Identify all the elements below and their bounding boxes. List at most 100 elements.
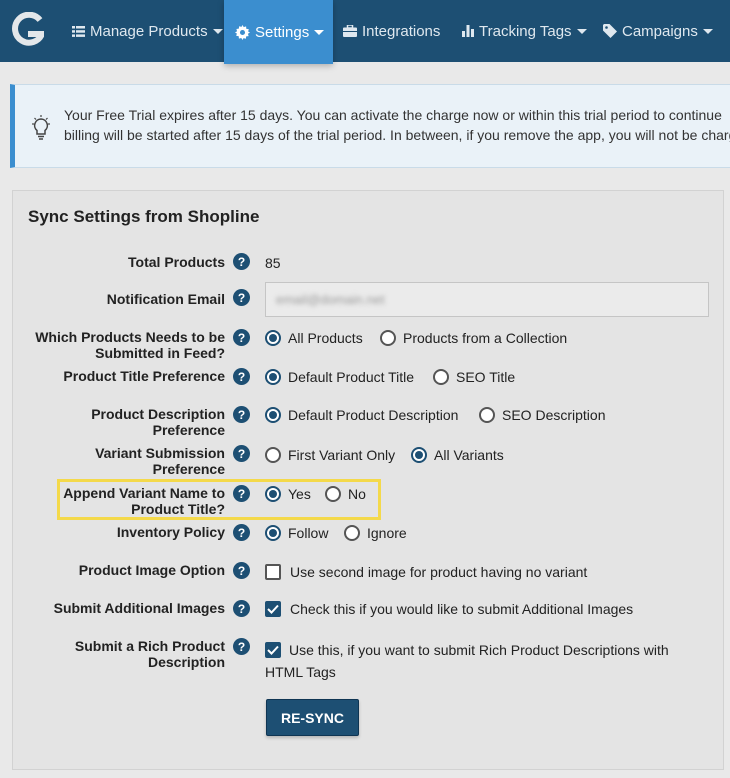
radio-inventory-follow-label: Follow xyxy=(288,525,329,541)
nav-settings[interactable]: Settings xyxy=(224,0,333,64)
radio-button[interactable] xyxy=(380,330,396,346)
variant-pref-label-line1: Variant Submission xyxy=(95,445,225,461)
checkbox-additional-images[interactable]: Check this if you would like to submit A… xyxy=(265,601,633,617)
radio-button[interactable] xyxy=(411,447,427,463)
radio-button[interactable] xyxy=(265,369,281,385)
chevron-down-icon xyxy=(576,28,587,34)
radio-append-no[interactable]: No xyxy=(325,486,366,502)
help-icon[interactable]: ? xyxy=(233,638,250,655)
sync-settings-panel: Sync Settings from Shopline Total Produc… xyxy=(12,190,724,770)
variant-pref-label: Variant Submission Preference xyxy=(95,445,225,477)
chevron-down-icon xyxy=(702,28,713,34)
help-icon[interactable]: ? xyxy=(233,253,250,270)
radio-append-yes[interactable]: Yes xyxy=(265,486,311,502)
checkbox-second-image[interactable]: Use second image for product having no v… xyxy=(265,564,587,580)
alert-text: Your Free Trial expires after 15 days. Y… xyxy=(64,105,730,145)
radio-all-variants[interactable]: All Variants xyxy=(411,447,504,463)
checkbox-additional-images-label: Check this if you would like to submit A… xyxy=(290,601,634,617)
append-variant-label: Append Variant Name to Product Title? xyxy=(63,485,225,517)
bar-chart-icon xyxy=(462,25,474,37)
chevron-down-icon xyxy=(212,28,223,34)
help-icon[interactable]: ? xyxy=(233,445,250,462)
briefcase-icon xyxy=(343,25,357,37)
append-variant-label-line1: Append Variant Name to xyxy=(63,485,225,501)
radio-button[interactable] xyxy=(325,486,341,502)
radio-seo-description-label: SEO Description xyxy=(502,407,606,423)
help-icon[interactable]: ? xyxy=(233,524,250,541)
check-icon xyxy=(267,645,279,655)
total-products-label: Total Products xyxy=(128,254,225,270)
help-icon[interactable]: ? xyxy=(233,406,250,423)
lightbulb-icon xyxy=(32,115,50,140)
which-products-label-line2: Submitted in Feed? xyxy=(95,345,225,361)
which-products-label-line1: Which Products Needs to be xyxy=(35,329,225,345)
panel-title: Sync Settings from Shopline xyxy=(28,207,260,226)
radio-button[interactable] xyxy=(344,525,360,541)
additional-images-label: Submit Additional Images xyxy=(53,600,225,616)
rich-desc-label-line2: Description xyxy=(147,654,225,670)
resync-button[interactable]: RE-SYNC xyxy=(266,699,359,736)
image-option-label: Product Image Option xyxy=(78,562,225,578)
checkbox-rich-description-label: Use this, if you want to submit Rich Pro… xyxy=(265,642,669,680)
rich-desc-label: Submit a Rich Product Description xyxy=(75,638,225,670)
alert-line-2: billing will be started after 15 days of… xyxy=(64,127,730,143)
checkbox[interactable] xyxy=(265,642,281,658)
radio-seo-title-label: SEO Title xyxy=(456,369,516,385)
radio-default-title[interactable]: Default Product Title xyxy=(265,369,414,385)
desc-pref-label-line2: Preference xyxy=(152,422,225,438)
nav-integrations[interactable]: Integrations xyxy=(343,0,440,62)
radio-first-variant[interactable]: First Variant Only xyxy=(265,447,395,463)
notification-email-label: Notification Email xyxy=(106,291,225,307)
radio-first-variant-label: First Variant Only xyxy=(288,447,396,463)
radio-all-variants-label: All Variants xyxy=(434,447,504,463)
nav-campaigns-label: Campaigns xyxy=(622,22,698,40)
radio-all-products-label: All Products xyxy=(288,330,363,346)
checkbox-rich-description[interactable]: Use this, if you want to submit Rich Pro… xyxy=(265,639,705,683)
radio-seo-description[interactable]: SEO Description xyxy=(479,407,605,423)
rich-desc-label-line1: Submit a Rich Product xyxy=(74,638,225,654)
radio-inventory-follow[interactable]: Follow xyxy=(265,525,328,541)
nav-tracking-tags[interactable]: Tracking Tags xyxy=(462,0,587,62)
email-value: email@domain.net xyxy=(276,292,385,307)
append-variant-label-line2: Product Title? xyxy=(131,501,225,517)
radio-inventory-ignore-label: Ignore xyxy=(367,525,407,541)
alert-line-1: Your Free Trial expires after 15 days. Y… xyxy=(64,107,722,123)
list-icon xyxy=(72,25,85,37)
help-icon[interactable]: ? xyxy=(233,600,250,617)
nav-integrations-label: Integrations xyxy=(362,22,441,40)
app-logo-icon[interactable] xyxy=(12,12,44,48)
radio-button[interactable] xyxy=(265,525,281,541)
help-icon[interactable]: ? xyxy=(233,329,250,346)
radio-inventory-ignore[interactable]: Ignore xyxy=(344,525,407,541)
variant-pref-label-line2: Preference xyxy=(152,461,225,477)
checkbox[interactable] xyxy=(265,564,281,580)
total-products-value: 85 xyxy=(265,255,281,271)
desc-pref-label-line1: Product Description xyxy=(91,406,225,422)
help-icon[interactable]: ? xyxy=(233,562,250,579)
radio-button[interactable] xyxy=(265,447,281,463)
radio-button[interactable] xyxy=(265,486,281,502)
radio-append-no-label: No xyxy=(348,486,366,502)
radio-products-collection[interactable]: Products from a Collection xyxy=(380,330,567,346)
tag-icon xyxy=(603,24,617,38)
radio-products-collection-label: Products from a Collection xyxy=(403,330,568,346)
checkbox[interactable] xyxy=(265,601,281,617)
nav-settings-label: Settings xyxy=(255,23,310,41)
help-icon[interactable]: ? xyxy=(233,485,250,502)
radio-button[interactable] xyxy=(433,369,449,385)
notification-email-field[interactable]: email@domain.net xyxy=(265,282,709,317)
help-icon[interactable]: ? xyxy=(233,289,250,306)
radio-default-description-label: Default Product Description xyxy=(288,407,459,423)
radio-seo-title[interactable]: SEO Title xyxy=(433,369,515,385)
radio-all-products[interactable]: All Products xyxy=(265,330,363,346)
nav-campaigns[interactable]: Campaigns xyxy=(603,0,713,62)
radio-button[interactable] xyxy=(265,407,281,423)
nav-manage-products[interactable]: Manage Products xyxy=(72,0,223,62)
radio-button[interactable] xyxy=(265,330,281,346)
nav-manage-products-label: Manage Products xyxy=(90,22,208,40)
radio-default-title-label: Default Product Title xyxy=(288,369,415,385)
radio-default-description[interactable]: Default Product Description xyxy=(265,407,458,423)
title-pref-label: Product Title Preference xyxy=(63,368,225,384)
radio-button[interactable] xyxy=(479,407,495,423)
help-icon[interactable]: ? xyxy=(233,368,250,385)
